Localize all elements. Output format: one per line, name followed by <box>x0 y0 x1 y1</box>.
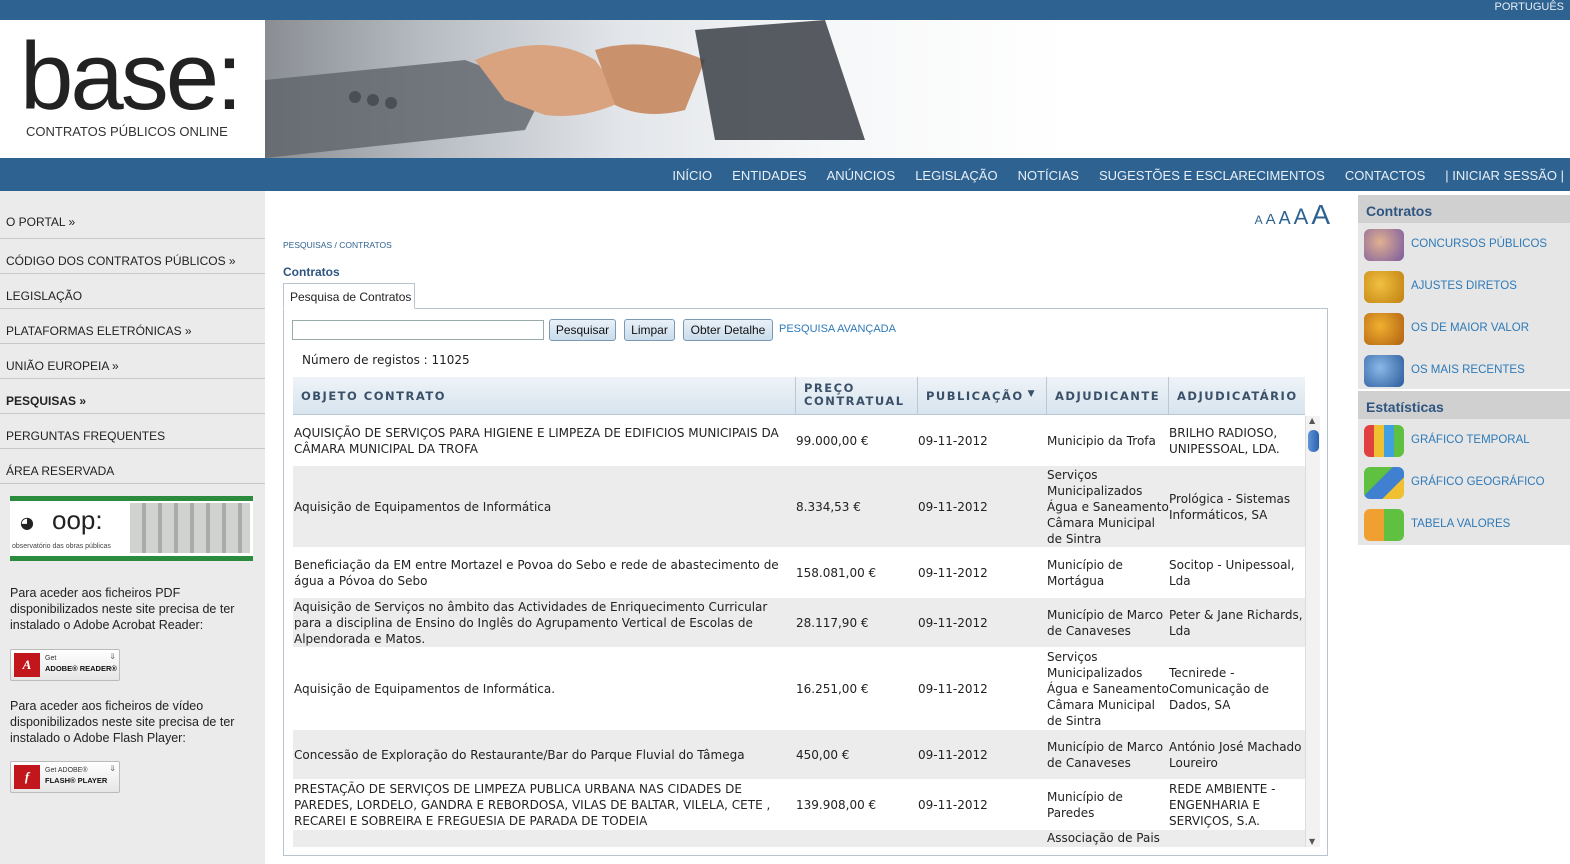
font-size-selector: AAAAA <box>1252 199 1330 231</box>
adobe-reader-icon: A <box>14 653 40 677</box>
font-size-1[interactable]: A <box>1255 213 1263 227</box>
logo[interactable]: base: CONTRATOS PÚBLICOS ONLINE <box>0 20 265 158</box>
value-table-icon <box>1364 509 1404 541</box>
site-header: base: CONTRATOS PÚBLICOS ONLINE <box>0 20 1570 158</box>
record-count: Número de registos : 11025 <box>302 353 470 367</box>
link-concursos-publicos[interactable]: CONCURSOS PÚBLICOS <box>1358 223 1570 265</box>
oop-banner[interactable]: ◕ oop: observatório das obras públicas <box>10 496 253 561</box>
header-objeto[interactable]: OBJETO CONTRATO <box>293 377 796 415</box>
sidebar-item-uniao-europeia[interactable]: UNIÃO EUROPEIA » <box>0 344 265 379</box>
bar-chart-icon <box>1364 425 1404 457</box>
top-bar: PORTUGUÊS <box>0 0 1570 20</box>
header-preco[interactable]: PREÇO CONTRATUAL <box>796 377 918 415</box>
page-title: Contratos <box>283 265 340 279</box>
contratos-section-title: Contratos <box>1358 195 1570 223</box>
left-sidebar: O PORTAL » CÓDIGO DOS CONTRATOS PÚBLICOS… <box>0 191 265 864</box>
table-row[interactable]: Concessão de Exploração do Restaurante/B… <box>293 730 1305 780</box>
nav-sugestoes[interactable]: SUGESTÕES E ESCLARECIMENTOS <box>1099 168 1325 183</box>
language-link[interactable]: PORTUGUÊS <box>1495 1 1564 13</box>
table-header: OBJETO CONTRATO PREÇO CONTRATUAL PUBLICA… <box>293 377 1305 415</box>
table-row[interactable]: Aquisição de Equipamentos de Informática… <box>293 648 1305 730</box>
header-adjudicatario[interactable]: ADJUDICATÁRIO <box>1169 377 1305 415</box>
search-input[interactable] <box>292 320 544 340</box>
pen-hand-icon <box>1364 229 1404 261</box>
table-row[interactable]: Beneficiação da EM entre Mortazel e Povo… <box>293 548 1305 598</box>
flash-player-icon: f <box>14 765 40 789</box>
scroll-down-icon[interactable]: ▼ <box>1309 837 1315 846</box>
get-adobe-reader-button[interactable]: A Get ADOBE® READER® ⇓ <box>10 649 120 681</box>
contracts-table: OBJETO CONTRATO PREÇO CONTRATUAL PUBLICA… <box>293 377 1305 847</box>
logo-name: base: <box>20 23 243 130</box>
sidebar-item-area-reservada[interactable]: ÁREA RESERVADA <box>0 449 265 484</box>
sidebar-item-portal[interactable]: O PORTAL » <box>0 205 265 239</box>
calendar-icon <box>1364 355 1404 387</box>
scroll-thumb[interactable] <box>1308 430 1319 452</box>
get-flash-player-button[interactable]: f Get ADOBE® FLASH® PLAYER ⇓ <box>10 761 120 793</box>
link-ajustes-diretos[interactable]: AJUSTES DIRETOS <box>1358 265 1570 307</box>
main-content: AAAAA PESQUISAS / CONTRATOS Contratos Pe… <box>265 191 1355 864</box>
dollar-coin-icon <box>1364 313 1404 345</box>
sidebar-item-legislacao[interactable]: LEGISLAÇÃO <box>0 274 265 309</box>
video-info-text: Para aceder aos ficheiros de vídeo dispo… <box>10 699 235 745</box>
table-row[interactable]: Aquisição de Serviços no âmbito das Acti… <box>293 598 1305 648</box>
table-row[interactable]: AQUISIÇÃO DE SERVIÇOS PARA HIGIENE E LIM… <box>293 416 1305 466</box>
sidebar-item-pesquisas[interactable]: PESQUISAS » <box>0 379 265 414</box>
table-scrollbar[interactable]: ▲ ▼ <box>1305 416 1320 847</box>
nav-contactos[interactable]: CONTACTOS <box>1345 168 1425 183</box>
handshake-banner-image <box>265 20 1065 158</box>
nav-entidades[interactable]: ENTIDADES <box>732 168 806 183</box>
link-mais-recentes[interactable]: OS MAIS RECENTES <box>1358 349 1570 391</box>
advanced-search-link[interactable]: PESQUISA AVANÇADA <box>779 323 896 335</box>
table-body: AQUISIÇÃO DE SERVIÇOS PARA HIGIENE E LIM… <box>293 416 1305 847</box>
estatisticas-section-title: Estatísticas <box>1358 391 1570 419</box>
main-nav: INÍCIO ENTIDADES ANÚNCIOS LEGISLAÇÃO NOT… <box>0 158 1570 191</box>
nav-legislacao[interactable]: LEGISLAÇÃO <box>915 168 997 183</box>
oop-subtitle: observatório das obras públicas <box>12 543 111 550</box>
oop-title: oop: <box>52 505 103 535</box>
font-size-5[interactable]: A <box>1311 199 1330 230</box>
nav-noticias[interactable]: NOTÍCIAS <box>1018 168 1079 183</box>
estatisticas-section: Estatísticas GRÁFICO TEMPORAL GRÁFICO GE… <box>1358 391 1570 545</box>
right-sidebar: Contratos CONCURSOS PÚBLICOS AJUSTES DIR… <box>1358 191 1570 864</box>
link-tabela-valores[interactable]: TABELA VALORES <box>1358 503 1570 545</box>
download-arrow-icon: ⇓ <box>109 764 116 773</box>
sidebar-item-codigo[interactable]: CÓDIGO DOS CONTRATOS PÚBLICOS » <box>0 239 265 274</box>
pdf-info-text: Para aceder aos ficheiros PDF disponibil… <box>10 586 235 632</box>
people-group-icon <box>1364 271 1404 303</box>
oop-logo-icon: ◕ <box>20 513 34 532</box>
clear-button[interactable]: Limpar <box>624 319 675 341</box>
scroll-up-icon[interactable]: ▲ <box>1309 416 1315 425</box>
font-size-2[interactable]: A <box>1266 211 1276 228</box>
table-row[interactable]: Aquisição de Equipamentos de Informática… <box>293 466 1305 548</box>
contratos-section: Contratos CONCURSOS PÚBLICOS AJUSTES DIR… <box>1358 195 1570 389</box>
nav-anuncios[interactable]: ANÚNCIOS <box>827 168 896 183</box>
download-arrow-icon: ⇓ <box>109 652 116 661</box>
header-adjudicante[interactable]: ADJUDICANTE <box>1047 377 1169 415</box>
tab-pesquisa-contratos[interactable]: Pesquisa de Contratos <box>283 283 415 309</box>
search-button[interactable]: Pesquisar <box>549 319 616 341</box>
font-size-4[interactable]: A <box>1294 204 1309 229</box>
sidebar-item-perguntas[interactable]: PERGUNTAS FREQUENTES <box>0 414 265 449</box>
get-detail-button[interactable]: Obter Detalhe <box>683 319 773 341</box>
search-panel: Pesquisar Limpar Obter Detalhe PESQUISA … <box>283 308 1328 856</box>
font-size-3[interactable]: A <box>1279 208 1291 228</box>
link-grafico-geografico[interactable]: GRÁFICO GEOGRÁFICO <box>1358 461 1570 503</box>
building-photo <box>130 503 250 553</box>
logo-tagline: CONTRATOS PÚBLICOS ONLINE <box>26 124 228 139</box>
map-chart-icon <box>1364 467 1404 499</box>
table-row[interactable]: Associação de Pais <box>293 830 1305 847</box>
link-grafico-temporal[interactable]: GRÁFICO TEMPORAL <box>1358 419 1570 461</box>
sidebar-item-plataformas[interactable]: PLATAFORMAS ELETRÓNICAS » <box>0 309 265 344</box>
breadcrumb[interactable]: PESQUISAS / CONTRATOS <box>283 240 392 250</box>
nav-inicio[interactable]: INÍCIO <box>672 168 712 183</box>
link-maior-valor[interactable]: OS DE MAIOR VALOR <box>1358 307 1570 349</box>
nav-iniciar-sessao[interactable]: | INICIAR SESSÃO | <box>1445 168 1564 183</box>
header-publicacao[interactable]: PUBLICAÇÃO ▼ <box>918 377 1047 415</box>
handshake-illustration <box>265 20 865 158</box>
sort-desc-icon: ▼ <box>1027 389 1036 399</box>
table-row[interactable]: PRESTAÇÃO DE SERVIÇOS DE LIMPEZA PUBLICA… <box>293 780 1305 830</box>
